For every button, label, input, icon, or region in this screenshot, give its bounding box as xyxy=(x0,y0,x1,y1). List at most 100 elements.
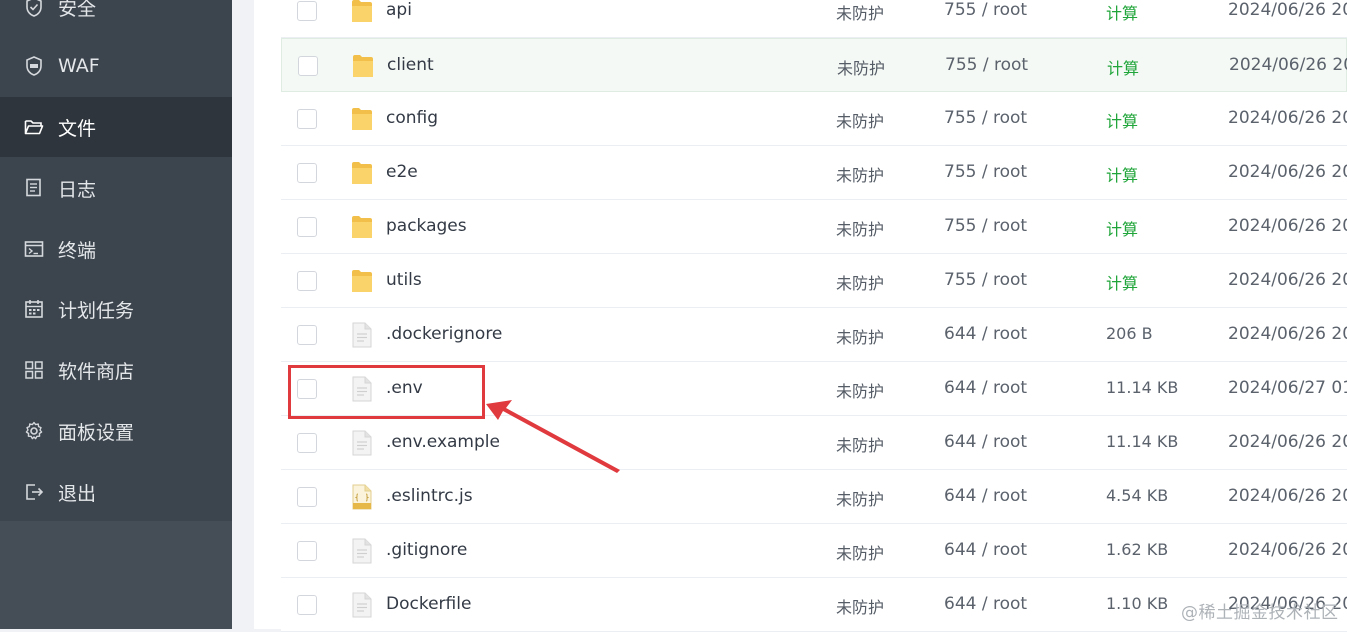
table-row[interactable]: .gitignore 未防护 644 / root 1.62 KB 2024/0… xyxy=(281,524,1347,578)
file-name[interactable]: e2e xyxy=(386,162,418,182)
protection-status[interactable]: 未防护 xyxy=(836,378,884,402)
calculate-size-link[interactable]: 计算 xyxy=(1106,108,1138,132)
protection-status[interactable]: 未防护 xyxy=(836,594,884,618)
file-name[interactable]: .eslintrc.js xyxy=(386,486,473,506)
file-name[interactable]: config xyxy=(386,108,438,128)
row-checkbox[interactable] xyxy=(297,109,317,129)
row-checkbox[interactable] xyxy=(297,595,317,615)
file-size: 11.14 KB xyxy=(1106,378,1179,397)
row-checkbox[interactable] xyxy=(297,217,317,237)
permission-owner[interactable]: 755 / root xyxy=(944,216,1027,236)
sidebar-item-terminal[interactable]: 终端 xyxy=(0,219,232,279)
permission-owner[interactable]: 755 / root xyxy=(944,108,1027,128)
folder-open-icon xyxy=(24,117,44,137)
folder-icon xyxy=(351,0,373,24)
protection-status[interactable]: 未防护 xyxy=(837,55,885,79)
table-row[interactable]: .eslintrc.js 未防护 644 / root 4.54 KB 2024… xyxy=(281,470,1347,524)
sidebar-item-label: 日志 xyxy=(58,178,97,201)
row-checkbox[interactable] xyxy=(298,56,318,76)
permission-owner[interactable]: 644 / root xyxy=(944,594,1027,614)
js-file-icon xyxy=(351,484,373,510)
table-row[interactable]: .env.example 未防护 644 / root 11.14 KB 202… xyxy=(281,416,1347,470)
protection-status[interactable]: 未防护 xyxy=(836,486,884,510)
protection-status[interactable]: 未防护 xyxy=(836,162,884,186)
calculate-size-link[interactable]: 计算 xyxy=(1107,55,1139,79)
row-checkbox[interactable] xyxy=(297,163,317,183)
sidebar-item-panel-settings[interactable]: 面板设置 xyxy=(0,401,232,461)
modified-time: 2024/06/27 01: xyxy=(1228,378,1347,398)
sidebar-item-label: 面板设置 xyxy=(58,421,135,444)
sidebar-item-label: 终端 xyxy=(58,239,97,262)
row-checkbox[interactable] xyxy=(297,433,317,453)
table-row[interactable]: packages 未防护 755 / root 计算 2024/06/26 20… xyxy=(281,200,1347,254)
sidebar-item-label: 软件商店 xyxy=(58,360,135,383)
permission-owner[interactable]: 755 / root xyxy=(944,0,1027,20)
file-name[interactable]: .dockerignore xyxy=(386,324,502,344)
permission-owner[interactable]: 644 / root xyxy=(944,540,1027,560)
annotation-arrow-icon xyxy=(486,400,620,473)
sidebar-item-label: 安全 xyxy=(58,0,97,20)
calculate-size-link[interactable]: 计算 xyxy=(1106,0,1138,24)
sidebar-item-logout[interactable]: 退出 xyxy=(0,462,232,522)
file-icon xyxy=(351,592,373,618)
sidebar-item-label: WAF xyxy=(58,55,100,77)
calculate-size-link[interactable]: 计算 xyxy=(1106,216,1138,240)
file-name[interactable]: utils xyxy=(386,270,422,290)
folder-icon xyxy=(352,53,374,79)
terminal-icon xyxy=(24,239,44,259)
file-table: api 未防护 755 / root 计算 2024/06/26 20: cli… xyxy=(281,0,1347,632)
table-row[interactable]: utils 未防护 755 / root 计算 2024/06/26 20: xyxy=(281,254,1347,308)
calculate-size-link[interactable]: 计算 xyxy=(1106,270,1138,294)
permission-owner[interactable]: 755 / root xyxy=(944,162,1027,182)
file-size: 1.62 KB xyxy=(1106,540,1169,559)
sidebar-item-security[interactable]: 安全 xyxy=(0,0,232,37)
row-checkbox[interactable] xyxy=(297,487,317,507)
calculate-size-link[interactable]: 计算 xyxy=(1106,162,1138,186)
table-row[interactable]: e2e 未防护 755 / root 计算 2024/06/26 20: xyxy=(281,146,1347,200)
table-row[interactable]: config 未防护 755 / root 计算 2024/06/26 20: xyxy=(281,92,1347,146)
permission-owner[interactable]: 644 / root xyxy=(944,324,1027,344)
sidebar: 安全 WAF 文件 日志 终端 计划任务 软件商店 面板设置 退出 xyxy=(0,0,232,629)
file-icon xyxy=(351,538,373,564)
file-icon xyxy=(351,322,373,348)
permission-owner[interactable]: 755 / root xyxy=(944,270,1027,290)
sidebar-item-waf[interactable]: WAF xyxy=(0,36,232,96)
sidebar-item-files[interactable]: 文件 xyxy=(0,97,232,157)
permission-owner[interactable]: 644 / root xyxy=(944,432,1027,452)
app-grid-icon xyxy=(24,360,44,380)
table-row[interactable]: .dockerignore 未防护 644 / root 206 B 2024/… xyxy=(281,308,1347,362)
permission-owner[interactable]: 644 / root xyxy=(944,486,1027,506)
row-checkbox[interactable] xyxy=(297,325,317,345)
modified-time: 2024/06/26 20: xyxy=(1228,216,1347,236)
file-name[interactable]: .gitignore xyxy=(386,540,467,560)
modified-time: 2024/06/26 20: xyxy=(1228,270,1347,290)
protection-status[interactable]: 未防护 xyxy=(836,0,884,24)
file-name[interactable]: api xyxy=(386,0,412,20)
file-name[interactable]: .env.example xyxy=(386,432,500,452)
modified-time: 2024/06/26 20: xyxy=(1228,0,1347,20)
file-name[interactable]: packages xyxy=(386,216,467,236)
sidebar-item-label: 计划任务 xyxy=(58,299,135,322)
file-name[interactable]: Dockerfile xyxy=(386,594,471,614)
table-row[interactable]: api 未防护 755 / root 计算 2024/06/26 20: xyxy=(281,0,1347,38)
logout-icon xyxy=(24,482,44,502)
sidebar-item-logs[interactable]: 日志 xyxy=(0,158,232,218)
permission-owner[interactable]: 644 / root xyxy=(944,378,1027,398)
protection-status[interactable]: 未防护 xyxy=(836,540,884,564)
modified-time: 2024/06/26 20: xyxy=(1228,162,1347,182)
folder-icon xyxy=(351,106,373,132)
modified-time: 2024/06/26 20: xyxy=(1228,486,1347,506)
protection-status[interactable]: 未防护 xyxy=(836,216,884,240)
permission-owner[interactable]: 755 / root xyxy=(945,55,1028,75)
protection-status[interactable]: 未防护 xyxy=(836,270,884,294)
protection-status[interactable]: 未防护 xyxy=(836,432,884,456)
row-checkbox[interactable] xyxy=(297,541,317,561)
protection-status[interactable]: 未防护 xyxy=(836,324,884,348)
sidebar-item-scheduled-tasks[interactable]: 计划任务 xyxy=(0,279,232,339)
row-checkbox[interactable] xyxy=(297,271,317,291)
file-name[interactable]: client xyxy=(387,55,434,75)
sidebar-item-app-store[interactable]: 软件商店 xyxy=(0,340,232,400)
protection-status[interactable]: 未防护 xyxy=(836,108,884,132)
row-checkbox[interactable] xyxy=(297,1,317,21)
table-row[interactable]: client 未防护 755 / root 计算 2024/06/26 20: xyxy=(281,38,1347,92)
